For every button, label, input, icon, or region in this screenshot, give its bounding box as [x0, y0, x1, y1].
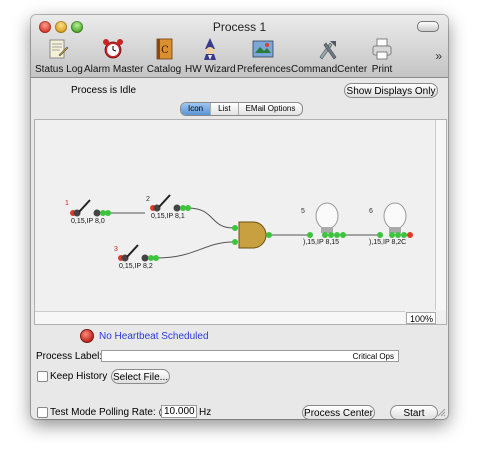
toolbar-overflow-chevron-icon[interactable]: »	[435, 49, 442, 63]
toolbar-label: HW Wizard	[185, 64, 236, 75]
node-number: 1	[65, 200, 69, 207]
vertical-scrollbar[interactable]	[435, 120, 446, 310]
process-label-caption: Process Label:	[36, 351, 103, 362]
toolbar-catalog[interactable]: C Catalog	[145, 37, 183, 75]
test-mode-checkbox[interactable]	[37, 407, 48, 418]
diagram-wires	[70, 194, 413, 262]
node-label: 0,15,IP 8,0	[71, 218, 105, 225]
node-label: 0,15,IP 8,1	[151, 213, 185, 220]
switch-node-3[interactable]	[118, 244, 159, 262]
resize-grip-icon[interactable]	[437, 408, 446, 417]
view-tabs: Icon List EMail Options	[180, 102, 304, 116]
start-button[interactable]: Start	[390, 405, 438, 419]
toolbar-status-log[interactable]: Status Log	[35, 37, 83, 75]
switch-node-1[interactable]	[70, 199, 111, 217]
process-label-input[interactable]: Critical Ops	[101, 350, 399, 362]
tab-list[interactable]: List	[211, 103, 239, 115]
status-log-icon	[49, 39, 69, 59]
node-label: 0,15,IP 8,2	[119, 263, 153, 270]
tab-email-options[interactable]: EMail Options	[239, 103, 303, 115]
window-title: Process 1	[212, 20, 267, 34]
node-number: 5	[301, 208, 305, 215]
node-label: ),15,IP 8,15	[303, 239, 340, 246]
node-label: ),15,IP 8,2C	[369, 239, 407, 246]
toolbar-label: Status Log	[35, 64, 83, 75]
printer-icon	[372, 38, 392, 60]
toolbar-label: Catalog	[146, 64, 182, 75]
tab-icon[interactable]: Icon	[181, 103, 212, 115]
keep-history-checkbox[interactable]	[37, 371, 48, 382]
process-status-text: Process is Idle	[71, 85, 137, 96]
process-settings-panel: No Heartbeat Scheduled Process Label: Cr…	[31, 325, 448, 419]
switch-node-2[interactable]	[150, 194, 191, 212]
bulb-node-6[interactable]	[377, 202, 413, 238]
catalog-book-icon: C	[156, 38, 173, 60]
toolbar-preferences[interactable]: Preferences	[237, 37, 291, 75]
polling-rate-unit: Hz	[199, 407, 212, 418]
polling-rate-caption: Polling Rate: @	[99, 407, 169, 418]
heartbeat-status-text: No Heartbeat Scheduled	[99, 331, 209, 342]
test-mode-label: Test Mode	[50, 407, 97, 418]
alarm-clock-icon	[103, 39, 123, 59]
toolbar-label: Print	[371, 64, 393, 75]
diagram-canvas[interactable]: 1 0,15,IP 8,0 2 0,15,IP 8,1 3 0,15,IP 8,…	[34, 119, 447, 325]
bulb-node-5[interactable]	[307, 202, 346, 238]
horizontal-scrollbar[interactable]	[35, 311, 405, 324]
toolbar-command-center[interactable]: CommandCenter	[291, 37, 368, 75]
command-center-icon	[319, 41, 337, 60]
toolbar-toggle-button[interactable]	[417, 21, 439, 32]
svg-text:C: C	[161, 45, 169, 56]
process-center-button[interactable]: Process Center	[302, 405, 375, 419]
toolbar-alarm-master[interactable]: Alarm Master	[84, 37, 144, 75]
node-number: 6	[369, 208, 373, 215]
toolbar-label: CommandCenter	[291, 64, 368, 75]
node-number: 2	[146, 196, 150, 203]
keep-history-label: Keep History	[50, 371, 108, 382]
toolbar-hw-wizard[interactable]: HW Wizard	[185, 37, 236, 75]
status-row: Process is Idle Show Displays Only	[31, 78, 448, 100]
polling-rate-input[interactable]: 10.000	[161, 405, 197, 418]
node-number: 3	[114, 246, 118, 253]
title-bar: Process 1 Status Log Alarm Master C Cata…	[31, 15, 448, 78]
toolbar-label: Preferences	[237, 64, 291, 75]
process-window: Process 1 Status Log Alarm Master C Cata…	[31, 15, 448, 419]
zoom-level-field[interactable]: 100%	[406, 312, 436, 324]
heartbeat-icon[interactable]	[80, 329, 94, 343]
select-file-button[interactable]: Select File...	[111, 369, 170, 384]
preferences-icon	[252, 40, 274, 58]
show-displays-only-button[interactable]: Show Displays Only	[344, 83, 438, 98]
wizard-icon	[204, 38, 216, 60]
toolbar-print[interactable]: Print	[367, 37, 397, 75]
and-gate-node-4[interactable]	[232, 221, 272, 249]
toolbar-label: Alarm Master	[84, 64, 144, 75]
